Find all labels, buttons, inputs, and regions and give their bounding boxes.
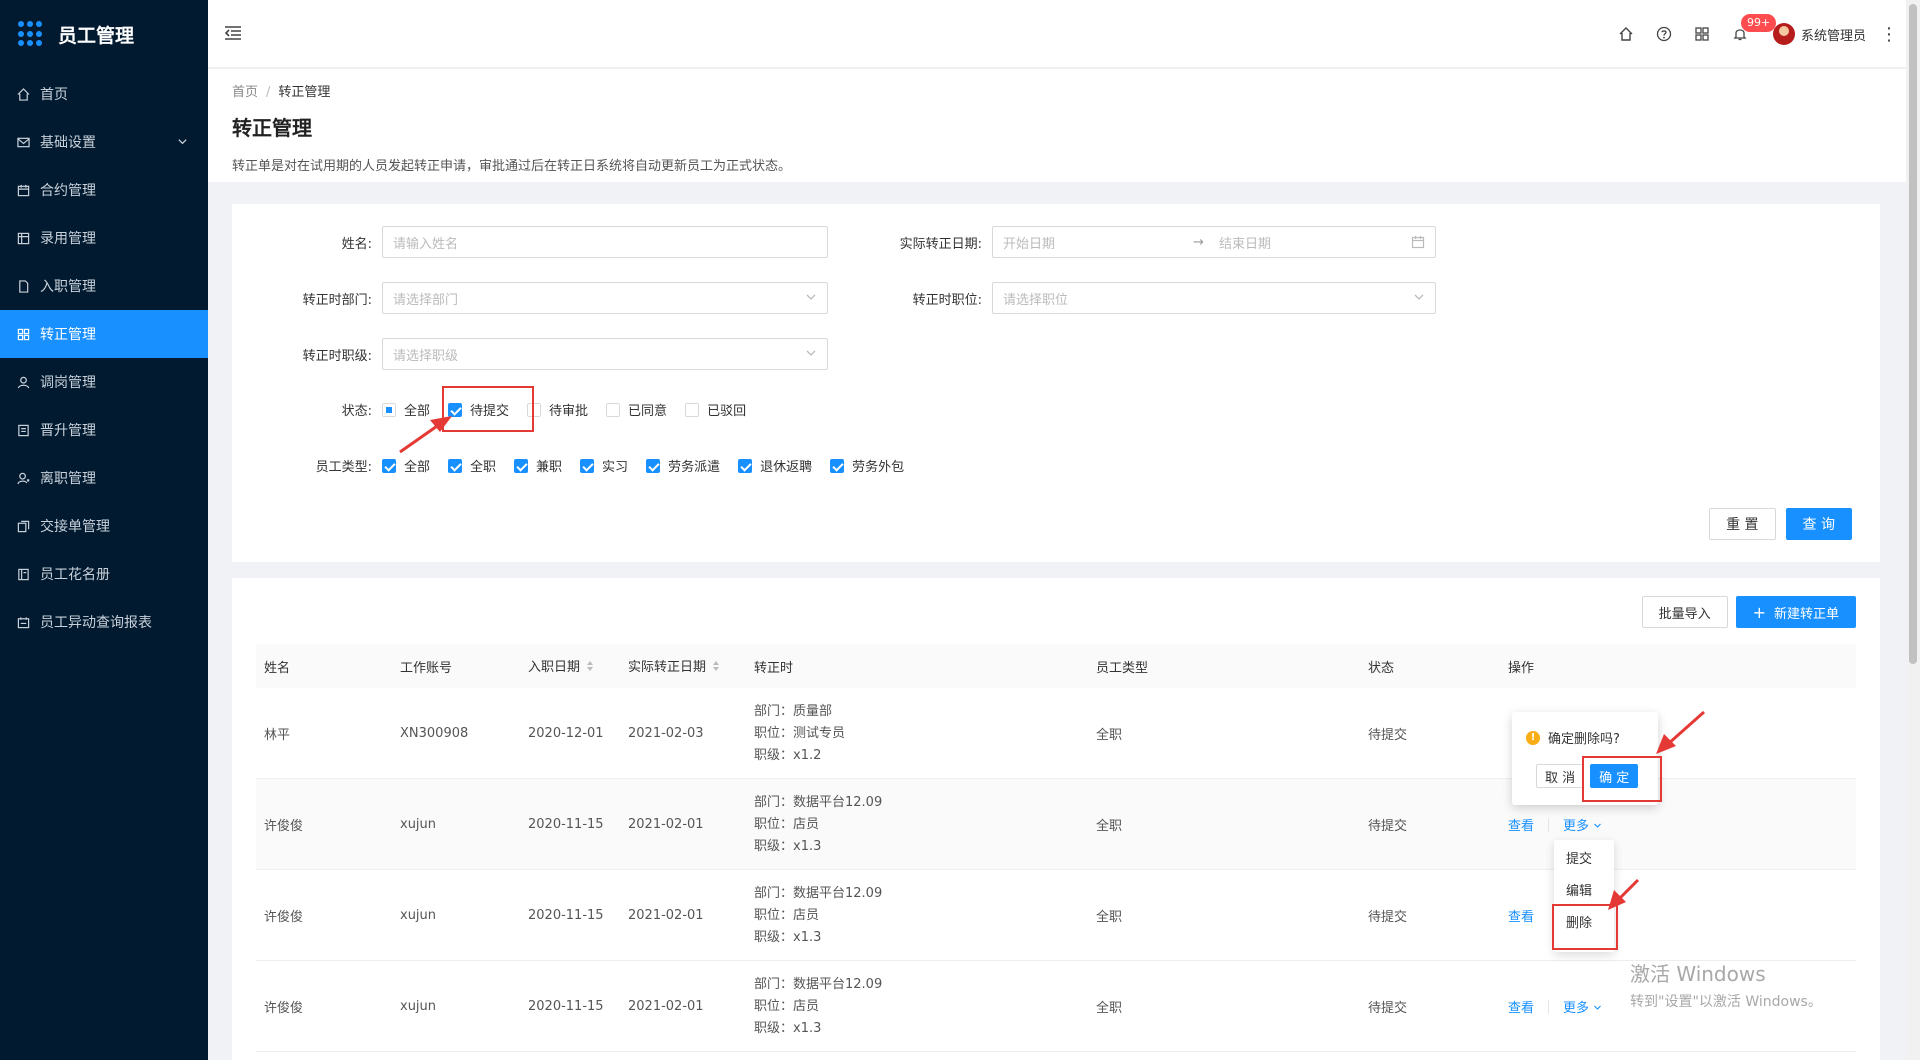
windows-activation-watermark: 激活 Windows 转到"设置"以激活 Windows。 bbox=[1630, 958, 1822, 1011]
annotation-arrow bbox=[399, 416, 452, 454]
annotation-arrow bbox=[1608, 878, 1640, 910]
watermark-title: 激活 Windows bbox=[1630, 962, 1766, 986]
annotation-arrows bbox=[399, 416, 1705, 910]
annotation-arrow bbox=[1656, 710, 1705, 754]
watermark-subtitle: 转到"设置"以激活 Windows。 bbox=[1630, 994, 1822, 1010]
